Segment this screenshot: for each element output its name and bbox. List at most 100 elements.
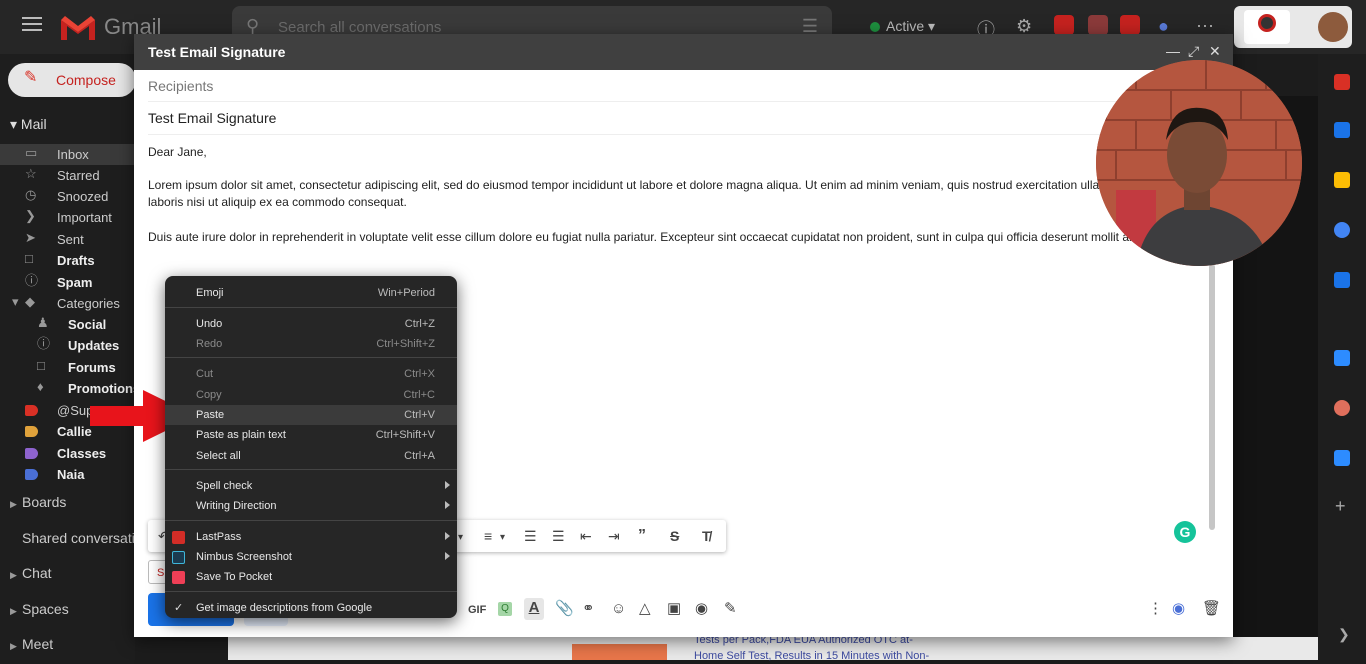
sidebar-item-spam[interactable]: ⓘ Spam	[0, 272, 135, 293]
subject-field[interactable]: Test Email Signature	[148, 110, 276, 126]
sidebar-section-boards[interactable]: ▶ Boards	[10, 494, 66, 510]
status-dot-icon	[870, 22, 880, 32]
link-icon[interactable]: ⚭	[582, 601, 595, 617]
sidebar-section-shared[interactable]: Shared conversati	[10, 530, 135, 546]
minimize-icon[interactable]: —	[1166, 43, 1180, 59]
close-icon[interactable]: ✕	[1209, 43, 1221, 60]
extension-gear-icon[interactable]	[1120, 15, 1140, 35]
webcam-overlay	[1096, 60, 1302, 266]
bulleted-list-icon[interactable]: ☰	[552, 528, 565, 544]
signature-pen-icon[interactable]: ✎	[724, 601, 737, 617]
menu-item-lastpass[interactable]: LastPass	[165, 527, 457, 547]
label-icon: ◆	[25, 294, 35, 309]
extension-avatar-icon[interactable]	[1334, 400, 1350, 416]
quote-icon[interactable]: ”	[638, 528, 646, 544]
body-greeting[interactable]: Dear Jane,	[148, 144, 1158, 161]
gmail-logo-icon[interactable]	[58, 12, 98, 42]
sidebar-section-spaces[interactable]: ▶ Spaces	[10, 601, 69, 617]
align-icon[interactable]: ≡	[484, 528, 492, 544]
body-paragraph-1[interactable]: Lorem ipsum dolor sit amet, consectetur …	[148, 177, 1158, 211]
sidebar-section-chat[interactable]: ▶ Chat	[10, 565, 52, 581]
menu-item-emoji[interactable]: Emoji Win+Period	[165, 283, 457, 303]
photo-icon[interactable]: ▣	[667, 601, 681, 617]
recipients-field[interactable]: Recipients	[148, 78, 213, 94]
strikethrough-icon[interactable]: S	[670, 528, 679, 544]
sidebar-item-drafts[interactable]: □ Drafts	[0, 250, 135, 271]
label-color-icon	[25, 448, 38, 459]
forum-icon: □	[37, 358, 45, 373]
sidebar-item-inbox[interactable]: ▭ Inbox	[0, 144, 135, 165]
report-icon: ⓘ	[25, 273, 39, 288]
avatar[interactable]	[1318, 12, 1348, 42]
sidebar-item-starred[interactable]: ☆ Starred	[0, 165, 135, 186]
email-thumbnail	[572, 644, 667, 660]
quicktext-icon[interactable]: Q	[498, 602, 512, 616]
sidebar-item-social[interactable]: ♟ Social	[0, 314, 135, 335]
divider	[148, 101, 1223, 102]
menu-item-paste[interactable]: Paste Ctrl+V	[165, 405, 457, 425]
compose-button[interactable]: ✎ Compose	[8, 63, 136, 97]
menu-item-nimbus[interactable]: Nimbus Screenshot	[165, 547, 457, 567]
drive-icon[interactable]: △	[639, 601, 651, 617]
sidebar-item-snoozed[interactable]: ◷ Snoozed	[0, 186, 135, 207]
numbered-list-icon[interactable]: ☰	[524, 528, 537, 544]
menu-separator	[165, 591, 457, 592]
fullscreen-icon[interactable]: ⤢	[1188, 43, 1199, 60]
chevron-down-icon[interactable]: ▾	[500, 530, 505, 546]
sidebar-item-classes[interactable]: Classes	[0, 443, 135, 464]
chevron-right-icon[interactable]: ❯	[1338, 626, 1350, 643]
menu-item-undo[interactable]: Undo Ctrl+Z	[165, 314, 457, 334]
tracking-icon[interactable]: ◉	[1172, 601, 1185, 617]
remove-formatting-icon[interactable]: T̸	[702, 528, 711, 544]
keep-icon[interactable]	[1334, 172, 1350, 188]
mail-heading[interactable]: ▾ Mail	[10, 116, 47, 133]
gif-icon[interactable]: GIF	[468, 602, 486, 618]
calendar-extension-icon[interactable]	[1334, 74, 1350, 90]
pocket-icon	[172, 571, 185, 584]
zoom-meeting-icon[interactable]	[1334, 450, 1350, 466]
compose-label: Compose	[56, 72, 116, 88]
scrollbar[interactable]	[1209, 264, 1215, 530]
confidential-lock-icon[interactable]: ◉	[695, 601, 708, 617]
menu-separator	[165, 520, 457, 521]
tasks-icon[interactable]	[1334, 222, 1350, 238]
zoom-icon[interactable]	[1334, 350, 1350, 366]
side-panel: + ❯	[1318, 54, 1366, 660]
menu-item-spell-check[interactable]: Spell check	[165, 476, 457, 496]
status-selector[interactable]: Active ▾	[870, 18, 935, 35]
compose-header[interactable]: Test Email Signature — ⤢ ✕	[134, 34, 1233, 70]
indent-less-icon[interactable]: ⇤	[580, 528, 592, 544]
indent-more-icon[interactable]: ⇥	[608, 528, 620, 544]
body-paragraph-2[interactable]: Duis aute irure dolor in reprehenderit i…	[148, 229, 1158, 246]
sidebar-item-categories[interactable]: ▾ ◆ Categories	[0, 293, 135, 314]
sidebar-item-updates[interactable]: ⓘ Updates	[0, 335, 135, 356]
sidebar-item-forums[interactable]: □ Forums	[0, 357, 135, 378]
account-area[interactable]	[1234, 6, 1352, 48]
menu-item-writing-direction[interactable]: Writing Direction	[165, 496, 457, 516]
status-label: Active	[886, 18, 925, 34]
extension-chart-icon[interactable]	[1088, 15, 1108, 35]
add-addon-icon[interactable]: +	[1335, 496, 1346, 517]
submenu-arrow-icon	[445, 501, 450, 509]
draft-icon: □	[25, 251, 33, 266]
extension-bell-icon[interactable]	[1054, 15, 1074, 35]
inbox-icon: ▭	[25, 145, 38, 160]
menu-item-select-all[interactable]: Select all Ctrl+A	[165, 446, 457, 466]
sidebar-section-meet[interactable]: ▶ Meet	[10, 636, 53, 652]
contacts-icon[interactable]	[1334, 272, 1350, 288]
menu-item-image-descriptions[interactable]: ✓ Get image descriptions from Google	[165, 598, 457, 618]
grammarly-icon[interactable]: G	[1174, 521, 1196, 543]
more-options-icon[interactable]: ⋮	[1148, 601, 1163, 617]
main-menu-icon[interactable]	[22, 17, 42, 31]
menu-item-pocket[interactable]: Save To Pocket	[165, 567, 457, 587]
attach-icon[interactable]: 📎	[555, 601, 574, 617]
trash-icon[interactable]: 🗑	[1202, 601, 1221, 617]
menu-item-paste-plain[interactable]: Paste as plain text Ctrl+Shift+V	[165, 425, 457, 445]
sidebar-item-sent[interactable]: ➤ Sent	[0, 229, 135, 250]
calendar-icon[interactable]	[1334, 122, 1350, 138]
text-color-icon[interactable]: A	[524, 598, 544, 620]
chevron-down-icon[interactable]: ▾	[458, 530, 463, 546]
sidebar-item-naia[interactable]: Naia	[0, 464, 135, 485]
emoji-icon[interactable]: ☺	[611, 601, 626, 617]
sidebar-item-important[interactable]: ❯ Important	[0, 207, 135, 228]
